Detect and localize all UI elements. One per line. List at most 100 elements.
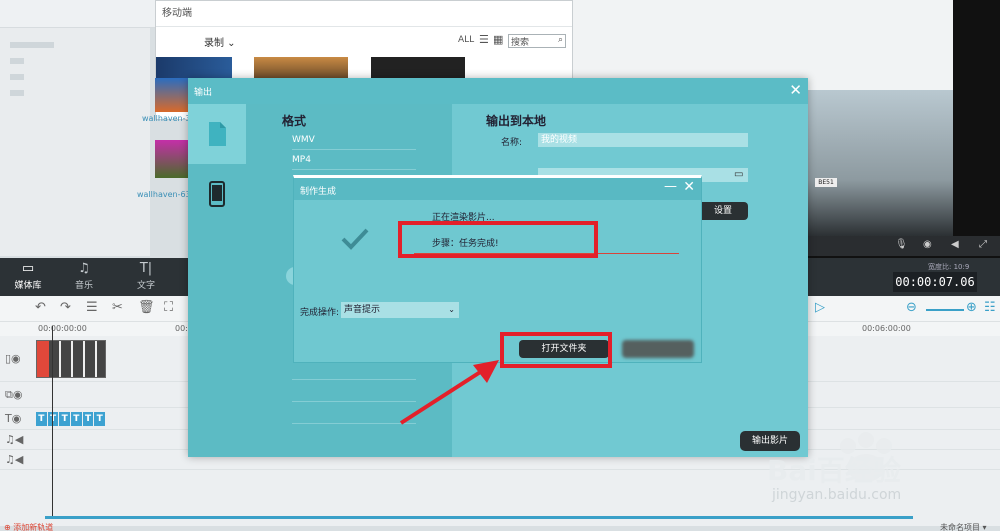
- ruler-label: 00:: [175, 324, 188, 333]
- progress-dialog-header: 制作生成 — ✕: [294, 178, 701, 200]
- title-clip-block: T: [82, 412, 94, 426]
- baidu-jingyan-watermark: Bai百经验: [767, 432, 901, 487]
- progress-dialog-title: 制作生成: [300, 187, 337, 197]
- minimize-icon[interactable]: —: [664, 179, 677, 194]
- music-icon: ♫: [78, 261, 90, 276]
- thumbnail-car-1[interactable]: [155, 78, 188, 112]
- tab-music[interactable]: ♫ 音乐: [62, 260, 106, 291]
- microphone-icon[interactable]: 🎙: [895, 239, 908, 250]
- title-clip-block: T: [94, 412, 106, 426]
- list-view-icon[interactable]: ☰: [479, 33, 489, 46]
- thumbnail-label: wallhaven-631: [137, 190, 188, 199]
- thumbnail-car-2[interactable]: [155, 140, 188, 178]
- ghost-text: [10, 74, 24, 80]
- render-progress-dialog: 制作生成 — ✕ 正在渲染影片... 步骤：任务完成! 完成操作: 声音提示 ⌄: [293, 175, 702, 363]
- title-track-icon: T◉: [5, 412, 22, 425]
- search-icon: ⌕: [557, 35, 563, 45]
- project-name: 未命名项目 ▾: [940, 523, 987, 531]
- export-dialog-title: 输出: [194, 88, 213, 98]
- crop-icon[interactable]: ⛶: [164, 300, 173, 315]
- undo-icon[interactable]: ↶: [35, 300, 46, 315]
- layout-icon[interactable]: ☷: [984, 300, 996, 315]
- zoom-slider[interactable]: [926, 309, 964, 311]
- thumbnail-label: wallhaven-384: [142, 114, 188, 123]
- delete-icon[interactable]: 🗑: [138, 300, 155, 315]
- tab-label: 音乐: [74, 281, 93, 291]
- folder-icon: ▭: [21, 261, 35, 276]
- folder-icon[interactable]: ▭: [734, 169, 743, 180]
- clip-marker: [37, 341, 49, 377]
- media-window-title: 移动端: [156, 1, 572, 27]
- name-label: 名称:: [501, 138, 523, 148]
- settings-button[interactable]: 设置: [698, 202, 748, 220]
- tab-text[interactable]: T| 文字: [124, 260, 168, 291]
- ghost-text: [10, 42, 54, 48]
- adjust-icon[interactable]: ☰: [86, 300, 98, 315]
- zoom-in-icon[interactable]: ⊕: [966, 300, 977, 315]
- volume-icon[interactable]: ◀: [951, 239, 959, 250]
- highlight-box-open-folder: [500, 332, 612, 368]
- red-arrow-annotation: [399, 360, 499, 425]
- media-toolbar: 录制 ⌄ ALL ☰ ▦ 搜索 ⌕: [156, 31, 572, 51]
- export-dialog-header: 输出 ✕: [188, 78, 808, 104]
- tab-local-file[interactable]: [188, 104, 246, 164]
- camera-icon[interactable]: ◉: [923, 239, 932, 250]
- add-track-button[interactable]: ⊕ 添加新轨道: [4, 522, 53, 531]
- record-dropdown[interactable]: 录制 ⌄: [204, 34, 236, 49]
- close-icon[interactable]: ✕: [789, 81, 802, 99]
- timecode-display: 00:00:07.06: [893, 272, 977, 292]
- tab-media-library[interactable]: ▭ 媒体库: [6, 260, 50, 291]
- export-target-column: [188, 104, 246, 457]
- cut-icon[interactable]: ✂: [112, 300, 123, 315]
- on-complete-value: 声音提示: [344, 305, 381, 315]
- title-clip-block: T: [36, 412, 47, 426]
- search-placeholder: 搜索: [511, 38, 530, 48]
- on-complete-label: 完成操作:: [300, 308, 340, 318]
- title-clip-block: T: [71, 412, 82, 426]
- text-icon: T|: [139, 261, 153, 276]
- project-name-text: 未命名项目: [940, 523, 980, 531]
- music-track-icon: ♫◀: [5, 453, 24, 466]
- blurred-button[interactable]: [622, 340, 694, 358]
- preview-sky: [573, 0, 953, 90]
- format-section-title: 格式: [282, 114, 307, 128]
- tab-label: 媒体库: [14, 281, 42, 291]
- zoom-out-icon[interactable]: ⊖: [906, 300, 917, 315]
- add-track-label: 添加新轨道: [13, 523, 54, 531]
- car-plate: BE51: [815, 178, 837, 187]
- search-input[interactable]: 搜索 ⌕: [508, 34, 566, 48]
- ruler-label: 00:06:00:00: [862, 324, 911, 333]
- aspect-ratio-label: 宽度比: 10:9: [928, 263, 970, 271]
- format-item-wmv[interactable]: WMV: [292, 132, 416, 150]
- checkmark-icon: [341, 228, 369, 250]
- preview-scene: [803, 90, 953, 240]
- music-track-icon: ♫◀: [5, 433, 24, 446]
- overlay-track-icon: ⧉◉: [5, 388, 23, 401]
- play-icon[interactable]: ▷: [815, 300, 825, 315]
- watermark-brand: Bai百经验: [767, 454, 901, 487]
- phone-icon: [209, 181, 225, 207]
- tab-device[interactable]: [188, 164, 246, 224]
- grid-view-icon[interactable]: ▦: [493, 33, 503, 46]
- ruler-label: 00:00:00:00: [38, 324, 87, 333]
- close-icon[interactable]: ✕: [683, 179, 695, 195]
- title-clip-block: T: [59, 412, 71, 426]
- on-complete-select[interactable]: 声音提示 ⌄: [341, 302, 459, 318]
- playhead[interactable]: [52, 326, 53, 516]
- video-track-icon: ▯◉: [5, 352, 21, 365]
- thumbnail[interactable]: [254, 57, 348, 79]
- chevron-down-icon: ⌄: [448, 305, 455, 314]
- name-input[interactable]: 我的视频: [538, 133, 748, 147]
- redo-icon[interactable]: ↷: [60, 300, 71, 315]
- video-clip[interactable]: [36, 340, 106, 378]
- thumbnail[interactable]: [371, 57, 465, 79]
- title-clip[interactable]: TTTTTT: [36, 412, 106, 426]
- filter-all[interactable]: ALL: [458, 35, 474, 45]
- fullscreen-icon[interactable]: ⤢: [979, 239, 987, 250]
- ghost-text: [10, 58, 24, 64]
- highlight-box-step: [398, 221, 598, 258]
- format-item-mp4[interactable]: MP4: [292, 152, 416, 170]
- thumbnail[interactable]: [156, 57, 232, 79]
- media-library-panel: [0, 28, 150, 256]
- watermark-url: jingyan.baidu.com: [772, 487, 902, 503]
